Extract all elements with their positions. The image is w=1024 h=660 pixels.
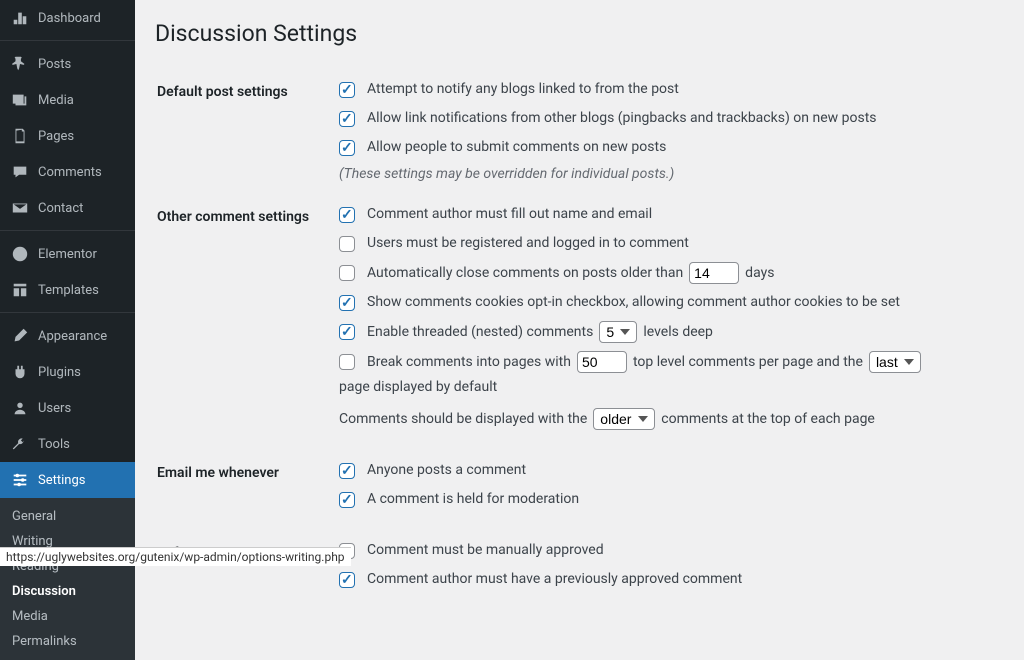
sidebar-item-appearance[interactable]: Appearance bbox=[0, 318, 135, 354]
user-icon bbox=[10, 398, 30, 418]
sidebar-item-contact[interactable]: Contact bbox=[0, 190, 135, 226]
label-cookies-optin[interactable]: Show comments cookies opt-in checkbox, a… bbox=[367, 292, 900, 313]
elementor-icon bbox=[10, 244, 30, 264]
section-heading-email-me: Email me whenever bbox=[157, 450, 337, 528]
checkbox-allow-comments[interactable] bbox=[339, 140, 355, 156]
input-comments-per-page[interactable] bbox=[577, 351, 627, 373]
pages-icon bbox=[10, 126, 30, 146]
submenu-item-discussion[interactable]: Discussion bbox=[0, 579, 135, 604]
sidebar-item-label: Posts bbox=[38, 57, 71, 72]
sidebar-item-label: Media bbox=[38, 93, 74, 108]
plug-icon bbox=[10, 362, 30, 382]
sidebar-item-label: Templates bbox=[38, 283, 99, 298]
section-heading-other-comment: Other comment settings bbox=[157, 194, 337, 448]
checkbox-auto-close[interactable] bbox=[339, 265, 355, 281]
checkbox-cookies-optin[interactable] bbox=[339, 295, 355, 311]
text-order-pre: Comments should be displayed with the bbox=[339, 409, 587, 430]
text-threaded-pre: Enable threaded (nested) comments bbox=[367, 322, 593, 343]
submenu-item-permalinks[interactable]: Permalinks bbox=[0, 629, 135, 654]
sidebar-item-media[interactable]: Media bbox=[0, 82, 135, 118]
templates-icon bbox=[10, 280, 30, 300]
sidebar-item-label: Dashboard bbox=[38, 11, 101, 26]
sidebar-item-label: Contact bbox=[38, 201, 83, 216]
comment-icon bbox=[10, 162, 30, 182]
sidebar-item-pages[interactable]: Pages bbox=[0, 118, 135, 154]
checkbox-attempt-notify[interactable] bbox=[339, 82, 355, 98]
sidebar-item-label: Settings bbox=[38, 473, 85, 488]
pin-icon bbox=[10, 54, 30, 74]
sliders-icon bbox=[10, 470, 30, 490]
sidebar-item-label: Tools bbox=[38, 437, 70, 452]
text-auto-close-post: days bbox=[745, 263, 774, 284]
label-manual-approve[interactable]: Comment must be manually approved bbox=[367, 540, 604, 561]
label-prev-approved[interactable]: Comment author must have a previously ap… bbox=[367, 569, 742, 590]
label-anyone-posts[interactable]: Anyone posts a comment bbox=[367, 460, 526, 481]
sidebar-item-posts[interactable]: Posts bbox=[0, 46, 135, 82]
submenu-item-general[interactable]: General bbox=[0, 504, 135, 529]
menu-separator bbox=[0, 308, 135, 313]
label-attempt-notify[interactable]: Attempt to notify any blogs linked to fr… bbox=[367, 79, 679, 100]
page-title: Discussion Settings bbox=[155, 20, 1004, 47]
checkbox-allow-pingback[interactable] bbox=[339, 111, 355, 127]
sidebar-item-label: Pages bbox=[38, 129, 74, 144]
settings-form: Default post settings Attempt to notify … bbox=[155, 67, 1004, 610]
label-allow-comments[interactable]: Allow people to submit comments on new p… bbox=[367, 137, 666, 158]
label-allow-pingback[interactable]: Allow link notifications from other blog… bbox=[367, 108, 877, 129]
section-heading-default-post: Default post settings bbox=[157, 69, 337, 192]
mail-icon bbox=[10, 198, 30, 218]
wrench-icon bbox=[10, 434, 30, 454]
checkbox-paginate[interactable] bbox=[339, 354, 355, 370]
text-threaded-post: levels deep bbox=[643, 322, 713, 343]
text-auto-close-pre: Automatically close comments on posts ol… bbox=[367, 263, 683, 284]
label-held-moderation[interactable]: A comment is held for moderation bbox=[367, 489, 579, 510]
sidebar-item-label: Users bbox=[38, 401, 71, 416]
menu-separator bbox=[0, 36, 135, 41]
sidebar-item-label: Appearance bbox=[38, 329, 107, 344]
text-paginate-pre: Break comments into pages with bbox=[367, 352, 571, 373]
checkbox-anyone-posts[interactable] bbox=[339, 463, 355, 479]
default-post-note: (These settings may be overridden for in… bbox=[339, 166, 1002, 182]
sidebar-item-tools[interactable]: Tools bbox=[0, 426, 135, 462]
media-icon bbox=[10, 90, 30, 110]
checkbox-threaded[interactable] bbox=[339, 324, 355, 340]
checkbox-held-moderation[interactable] bbox=[339, 492, 355, 508]
sidebar-item-label: Comments bbox=[38, 165, 102, 180]
sidebar-item-comments[interactable]: Comments bbox=[0, 154, 135, 190]
brush-icon bbox=[10, 326, 30, 346]
settings-submenu: General Writing Reading Discussion Media… bbox=[0, 498, 135, 660]
sidebar-item-dashboard[interactable]: Dashboard bbox=[0, 0, 135, 36]
sidebar-item-plugins[interactable]: Plugins bbox=[0, 354, 135, 390]
checkbox-require-registered[interactable] bbox=[339, 236, 355, 252]
text-order-post: comments at the top of each page bbox=[661, 409, 875, 430]
select-comment-order[interactable]: older bbox=[593, 408, 655, 430]
dashboard-icon bbox=[10, 8, 30, 28]
select-threaded-depth[interactable]: 5 bbox=[599, 321, 637, 343]
text-paginate-mid: top level comments per page and the bbox=[633, 352, 863, 373]
checkbox-prev-approved[interactable] bbox=[339, 572, 355, 588]
sidebar-item-users[interactable]: Users bbox=[0, 390, 135, 426]
section-heading-before-appears: Before a comment appears bbox=[157, 530, 337, 608]
sidebar-item-elementor[interactable]: Elementor bbox=[0, 236, 135, 272]
label-require-name-email[interactable]: Comment author must fill out name and em… bbox=[367, 204, 652, 225]
label-require-registered[interactable]: Users must be registered and logged in t… bbox=[367, 233, 689, 254]
checkbox-require-name-email[interactable] bbox=[339, 207, 355, 223]
main-content: Discussion Settings Default post setting… bbox=[135, 0, 1024, 630]
select-default-page[interactable]: last bbox=[869, 351, 921, 373]
input-auto-close-days[interactable] bbox=[689, 262, 739, 284]
status-bar-url: https://uglywebsites.org/gutenix/wp-admi… bbox=[0, 547, 351, 566]
submenu-item-media[interactable]: Media bbox=[0, 604, 135, 629]
admin-sidebar: Dashboard Posts Media Pages Comments Con… bbox=[0, 0, 135, 566]
menu-separator bbox=[0, 226, 135, 231]
text-paginate-post: page displayed by default bbox=[339, 377, 497, 398]
sidebar-item-templates[interactable]: Templates bbox=[0, 272, 135, 308]
sidebar-item-label: Plugins bbox=[38, 365, 81, 380]
sidebar-item-label: Elementor bbox=[38, 247, 97, 262]
sidebar-item-settings[interactable]: Settings bbox=[0, 462, 135, 498]
